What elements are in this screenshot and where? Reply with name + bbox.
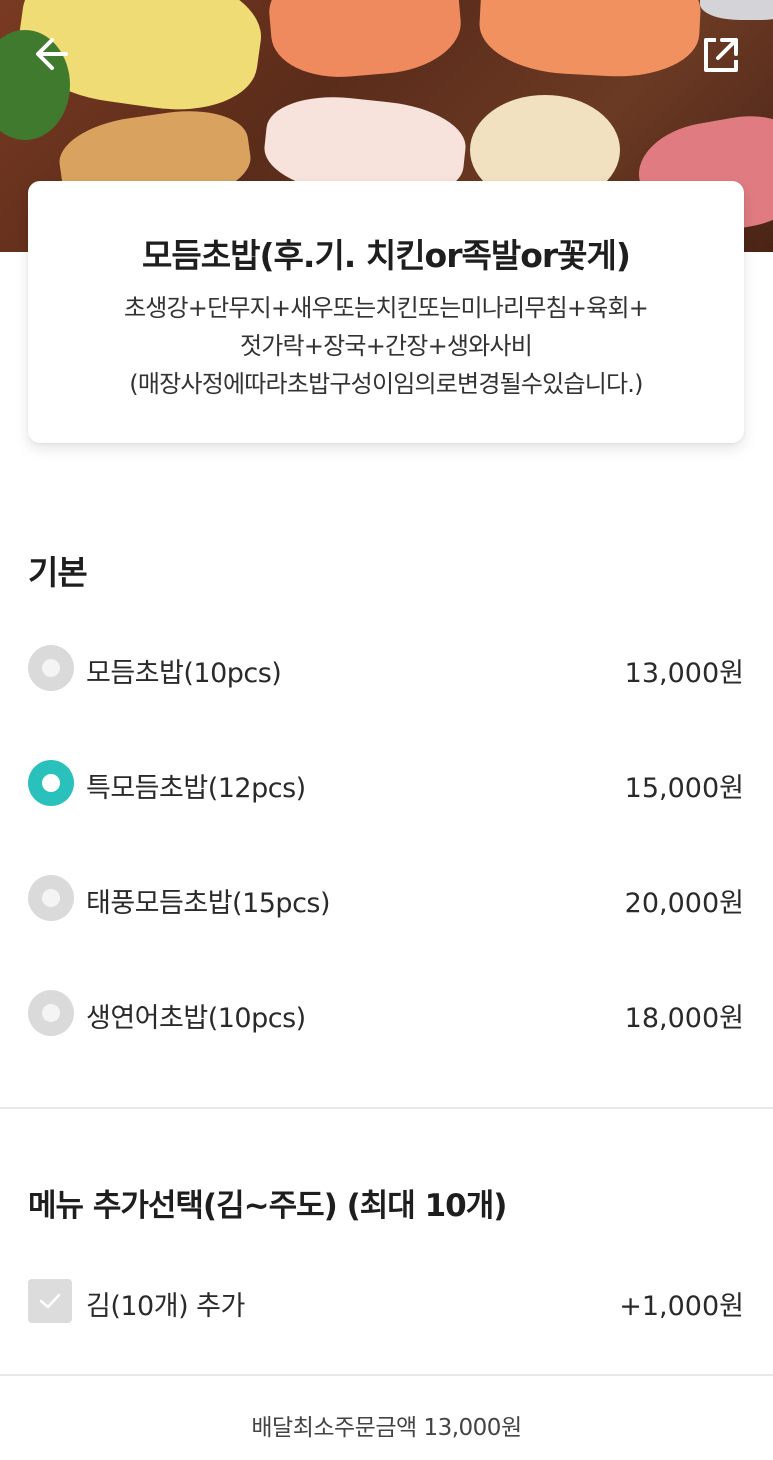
basic-section-title: 기본 xyxy=(28,553,88,592)
menu-description: 초생강+단무지+새우또는치킨또는미나리무침+육회+ 젓가락+장국+간장+생와사비… xyxy=(48,289,724,403)
menu-description-line: (매장사정에따라초밥구성이임의로변경될수있습니다.) xyxy=(129,370,643,398)
radio-button-selected[interactable] xyxy=(28,760,74,806)
food-photo-piece xyxy=(700,0,773,20)
menu-description-line: 초생강+단무지+새우또는치킨또는미나리무침+육회+ xyxy=(123,294,649,322)
option-price: +1,000원 xyxy=(619,1291,744,1322)
option-label: 김(10개) 추가 xyxy=(86,1291,245,1322)
radio-button[interactable] xyxy=(28,645,74,691)
extra-section-title: 메뉴 추가선택(김~주도) (최대 10개) xyxy=(28,1188,507,1224)
menu-description-line: 젓가락+장국+간장+생와사비 xyxy=(239,332,533,360)
footer-divider xyxy=(0,1374,773,1376)
option-price: 18,000원 xyxy=(624,1003,744,1034)
option-row-typhoon-15pcs[interactable]: 태풍모듬초밥(15pcs) 20,000원 xyxy=(28,868,744,928)
option-price: 13,000원 xyxy=(624,658,744,689)
min-order-amount: 배달최소주문금액 13,000원 xyxy=(251,1415,522,1441)
option-row-special-12pcs[interactable]: 특모듬초밥(12pcs) 15,000원 xyxy=(28,753,744,813)
food-photo-piece xyxy=(477,0,703,81)
radio-button[interactable] xyxy=(28,875,74,921)
back-arrow-icon xyxy=(36,38,68,70)
share-button[interactable] xyxy=(696,30,744,78)
option-label: 태풍모듬초밥(15pcs) xyxy=(86,888,331,919)
option-row-basic-10pcs[interactable]: 모듬초밥(10pcs) 13,000원 xyxy=(28,638,744,698)
share-external-icon xyxy=(704,38,738,72)
option-row-salmon-10pcs[interactable]: 생연어초밥(10pcs) 18,000원 xyxy=(28,983,744,1043)
option-label: 모듬초밥(10pcs) xyxy=(86,658,282,689)
option-price: 15,000원 xyxy=(624,773,744,804)
radio-button[interactable] xyxy=(28,990,74,1036)
option-label: 생연어초밥(10pcs) xyxy=(86,1003,306,1034)
section-divider xyxy=(0,1107,773,1109)
food-photo-piece xyxy=(265,0,465,84)
menu-info-card: 모듬초밥(후.기. 치킨or족발or꽃게) 초생강+단무지+새우또는치킨또는미나… xyxy=(28,181,744,443)
option-label: 특모듬초밥(12pcs) xyxy=(86,773,306,804)
back-button[interactable] xyxy=(28,30,76,78)
check-icon xyxy=(39,1293,61,1309)
checkbox[interactable] xyxy=(28,1279,72,1323)
menu-title: 모듬초밥(후.기. 치킨or족발or꽃게) xyxy=(142,236,631,275)
option-row-add-seaweed[interactable]: 김(10개) 추가 +1,000원 xyxy=(28,1271,744,1331)
option-price: 20,000원 xyxy=(624,888,744,919)
